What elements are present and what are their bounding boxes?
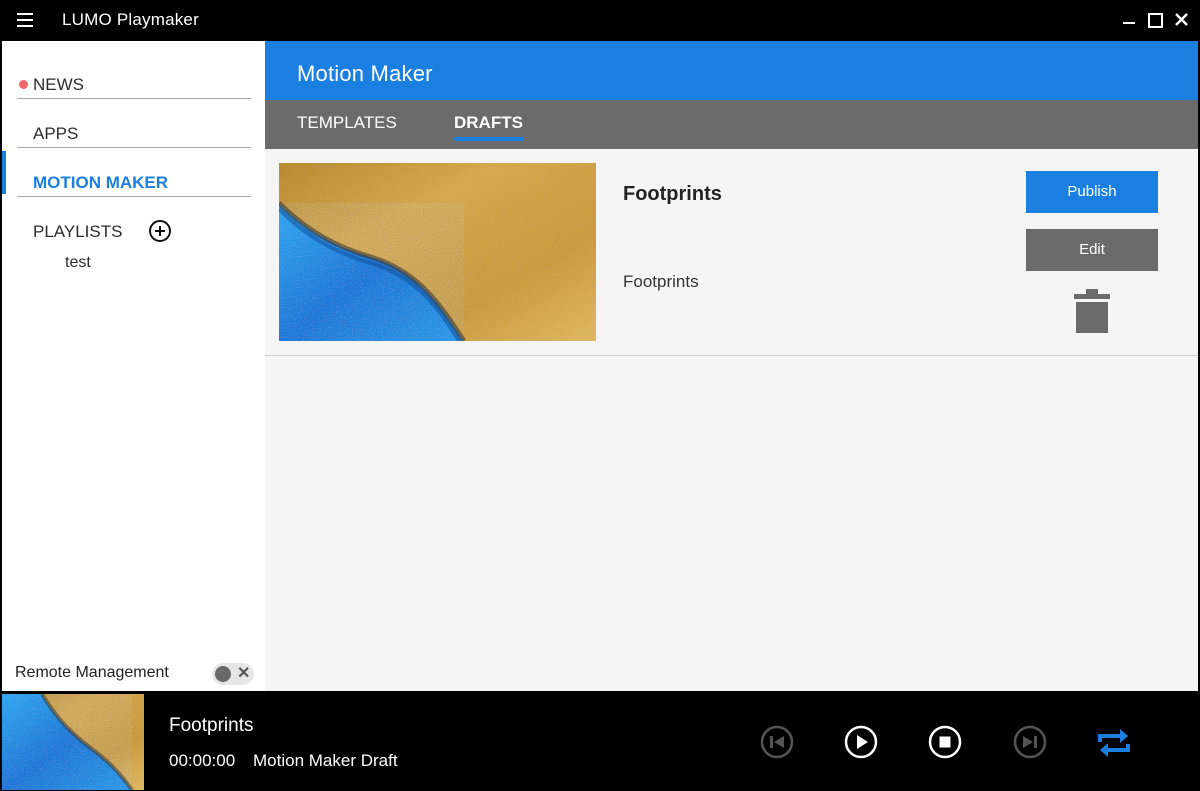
- next-track-icon[interactable]: [1013, 725, 1047, 759]
- sidebar-item-motion-maker[interactable]: MOTION MAKER: [17, 149, 251, 197]
- toggle-knob: [215, 666, 231, 682]
- draft-subtitle: Footprints: [623, 272, 699, 291]
- draft-thumbnail[interactable]: [279, 163, 596, 341]
- now-playing-title: Footprints: [169, 715, 254, 736]
- trash-icon[interactable]: [1074, 289, 1110, 333]
- sidebar-item-label: MOTION MAKER: [33, 173, 169, 192]
- remote-management-label: Remote Management: [15, 664, 169, 681]
- main-content: Motion Maker TEMPLATES DRAFTS Footprints…: [265, 41, 1198, 691]
- page-title: Motion Maker: [297, 61, 433, 86]
- sidebar-item-label: APPS: [33, 124, 79, 143]
- toggle-off-icon: ✕: [237, 665, 251, 682]
- sidebar-item-playlists[interactable]: PLAYLISTS: [17, 198, 251, 246]
- active-tab-indicator: [454, 137, 524, 141]
- sidebar-item-label: NEWS: [33, 75, 84, 94]
- close-icon[interactable]: [1172, 9, 1192, 31]
- remote-management-toggle[interactable]: ✕: [212, 663, 254, 685]
- sidebar: NEWS APPS MOTION MAKER PLAYLISTS test Re…: [2, 41, 265, 691]
- hamburger-menu-icon[interactable]: [17, 13, 33, 27]
- player-bar: Footprints 00:00:00 Motion Maker Draft: [0, 691, 1200, 791]
- add-playlist-icon[interactable]: [149, 220, 171, 242]
- playback-time: 00:00:00: [169, 751, 236, 770]
- draft-title: Footprints: [623, 183, 722, 205]
- sidebar-item-apps[interactable]: APPS: [17, 100, 251, 148]
- now-playing-thumbnail: [2, 694, 144, 790]
- title-bar: LUMO Playmaker: [0, 0, 1200, 41]
- sidebar-item-news[interactable]: NEWS: [17, 51, 251, 99]
- tab-bar: TEMPLATES DRAFTS: [265, 100, 1198, 149]
- stop-icon[interactable]: [928, 725, 962, 759]
- tab-templates[interactable]: TEMPLATES: [297, 113, 397, 133]
- active-indicator: [2, 151, 6, 194]
- tab-drafts[interactable]: DRAFTS: [454, 113, 523, 133]
- notification-dot: [19, 80, 28, 89]
- previous-track-icon[interactable]: [760, 725, 794, 759]
- draft-row: Footprints Footprints Publish Edit: [265, 149, 1198, 356]
- maximize-icon[interactable]: [1146, 9, 1166, 31]
- publish-button[interactable]: Publish: [1026, 171, 1158, 213]
- playback-source: Motion Maker Draft: [253, 751, 398, 770]
- page-header: Motion Maker: [265, 41, 1198, 100]
- play-icon[interactable]: [844, 725, 878, 759]
- minimize-icon[interactable]: [1120, 9, 1140, 31]
- repeat-icon[interactable]: [1096, 727, 1132, 759]
- edit-button[interactable]: Edit: [1026, 229, 1158, 271]
- app-title: LUMO Playmaker: [62, 10, 199, 29]
- playlist-item-test[interactable]: test: [65, 254, 91, 272]
- sidebar-item-label: PLAYLISTS: [33, 222, 123, 241]
